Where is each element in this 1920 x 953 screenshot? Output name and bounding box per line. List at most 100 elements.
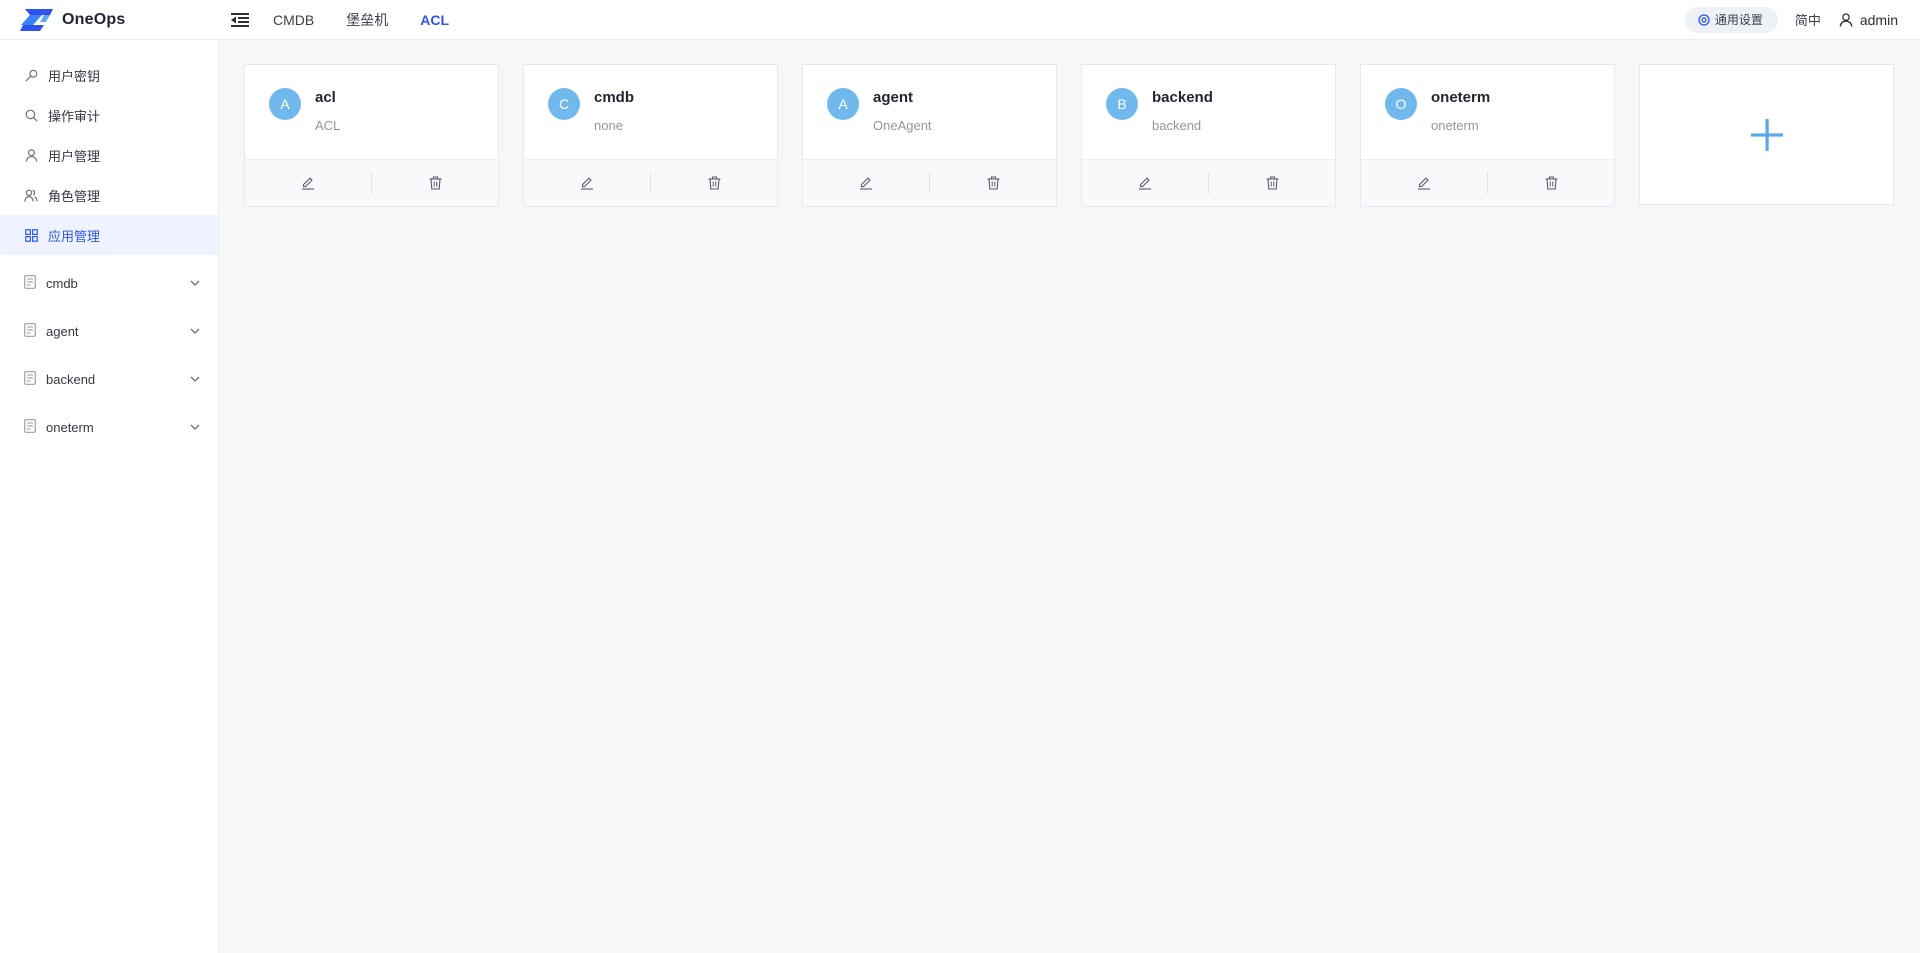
app-avatar: O: [1385, 88, 1417, 120]
chevron-down-icon: [190, 424, 200, 430]
user-name: admin: [1859, 11, 1898, 28]
edit-app-button[interactable]: [245, 160, 371, 206]
nav-item-bastion[interactable]: 堡垒机: [346, 10, 388, 30]
app-card-body: O oneterm oneterm: [1361, 65, 1614, 159]
sidebar-group-oneterm[interactable]: oneterm: [0, 403, 218, 451]
sidebar-group-label: oneterm: [46, 419, 94, 435]
top-nav: CMDB 堡垒机 ACL: [273, 10, 449, 30]
general-settings-label: 通用设置: [1714, 13, 1763, 27]
app-card-body: C cmdb none: [524, 65, 777, 159]
app-avatar: A: [827, 88, 859, 120]
app-description: oneterm: [1431, 118, 1479, 133]
user-menu[interactable]: admin: [1839, 12, 1898, 28]
app-name: agent: [873, 89, 914, 106]
chevron-down-icon: [190, 280, 200, 286]
app-card-body: A acl ACL: [245, 65, 498, 159]
nav-item-cmdb[interactable]: CMDB: [273, 12, 314, 28]
app-avatar: B: [1106, 88, 1138, 120]
app-card-agent[interactable]: A agent OneAgent: [802, 64, 1057, 207]
add-app-button[interactable]: [1639, 64, 1894, 205]
app-card-body: B backend backend: [1082, 65, 1335, 159]
search-icon: [24, 108, 38, 122]
top-bar: OneOps CMDB 堡垒机 ACL 通用设置 简中 admin: [0, 0, 1920, 40]
settings-circle-icon: [1698, 13, 1710, 26]
delete-app-button[interactable]: [372, 160, 498, 206]
app-name: cmdb: [594, 89, 635, 106]
trash-icon: [1266, 176, 1278, 190]
app-card-actions: [1361, 159, 1614, 206]
brand[interactable]: OneOps: [0, 0, 219, 40]
app-name: acl: [315, 89, 336, 106]
trash-icon: [429, 176, 441, 190]
sidebar-item-user-keys[interactable]: 用户密钥: [0, 55, 218, 95]
edit-app-button[interactable]: [1361, 160, 1487, 206]
doc-icon: [24, 274, 36, 292]
user-icon: [1839, 12, 1853, 27]
app-card-actions: [245, 159, 498, 206]
sidebar-item-label: 操作审计: [48, 108, 101, 124]
menu-fold-icon: [231, 12, 249, 27]
doc-icon: [24, 370, 36, 388]
sidebar-group-agent[interactable]: agent: [0, 307, 218, 355]
grid-icon: [24, 228, 38, 242]
menu-toggle-button[interactable]: [229, 9, 251, 31]
sidebar-group-backend[interactable]: backend: [0, 355, 218, 403]
user-icon: [24, 148, 38, 162]
app-card-text: cmdb none: [594, 85, 634, 159]
sidebar-group-label: agent: [46, 323, 79, 339]
doc-icon: [24, 322, 36, 340]
app-card-acl[interactable]: A acl ACL: [244, 64, 499, 207]
app-card-text: agent OneAgent: [873, 85, 932, 159]
delete-app-button[interactable]: [1209, 160, 1335, 206]
edit-app-button[interactable]: [524, 160, 650, 206]
chevron-down-icon: [190, 328, 200, 334]
trash-icon: [708, 176, 720, 190]
general-settings-button[interactable]: 通用设置: [1684, 6, 1778, 33]
sidebar-item-app-management[interactable]: 应用管理: [0, 215, 218, 255]
main-content: A acl ACL C cmdb none A agent OneAgent B…: [220, 40, 1920, 953]
app-avatar: A: [269, 88, 301, 120]
sidebar-item-user-management[interactable]: 用户管理: [0, 135, 218, 175]
sidebar-item-operation-audit[interactable]: 操作审计: [0, 95, 218, 135]
sidebar-item-label: 应用管理: [48, 228, 101, 244]
edit-icon: [581, 177, 593, 190]
edit-icon: [1139, 177, 1151, 190]
app-card-cmdb[interactable]: C cmdb none: [523, 64, 778, 207]
top-right-actions: 通用设置 简中 admin: [1684, 6, 1920, 33]
sidebar-group-label: cmdb: [46, 275, 78, 291]
app-card-backend[interactable]: B backend backend: [1081, 64, 1336, 207]
chevron-down-icon: [190, 376, 200, 382]
edit-app-button[interactable]: [1082, 160, 1208, 206]
app-name: oneterm: [1431, 89, 1491, 106]
sidebar-group-label: backend: [46, 371, 96, 387]
delete-app-button[interactable]: [930, 160, 1056, 206]
sidebar-item-label: 用户管理: [48, 148, 101, 164]
oneops-logo-icon: [20, 8, 53, 31]
sidebar-item-role-management[interactable]: 角色管理: [0, 175, 218, 215]
sidebar-item-label: 用户密钥: [48, 68, 101, 84]
language-switch[interactable]: 简中: [1795, 10, 1821, 29]
app-description: ACL: [315, 118, 341, 133]
app-description: OneAgent: [873, 118, 932, 133]
plus-icon: [1750, 118, 1783, 151]
app-avatar: C: [548, 88, 580, 120]
edit-icon: [302, 177, 314, 190]
app-card-oneterm[interactable]: O oneterm oneterm: [1360, 64, 1615, 207]
app-card-body: A agent OneAgent: [803, 65, 1056, 159]
users-icon: [24, 188, 38, 202]
doc-icon: [24, 418, 36, 436]
app-card-text: acl ACL: [315, 85, 340, 159]
app-card-text: oneterm oneterm: [1431, 85, 1490, 159]
delete-app-button[interactable]: [1488, 160, 1614, 206]
delete-app-button[interactable]: [651, 160, 777, 206]
app-name: backend: [1152, 89, 1213, 106]
app-name: OneOps: [62, 10, 126, 28]
trash-icon: [1545, 176, 1557, 190]
edit-app-button[interactable]: [803, 160, 929, 206]
nav-item-acl[interactable]: ACL: [420, 12, 449, 28]
sidebar-menu: 用户密钥 操作审计 用户管理 角色管理 应用管理 cmdb agent back…: [0, 40, 218, 451]
app-description: backend: [1152, 118, 1202, 133]
sidebar-group-cmdb[interactable]: cmdb: [0, 259, 218, 307]
edit-icon: [860, 177, 872, 190]
key-icon: [24, 68, 38, 82]
